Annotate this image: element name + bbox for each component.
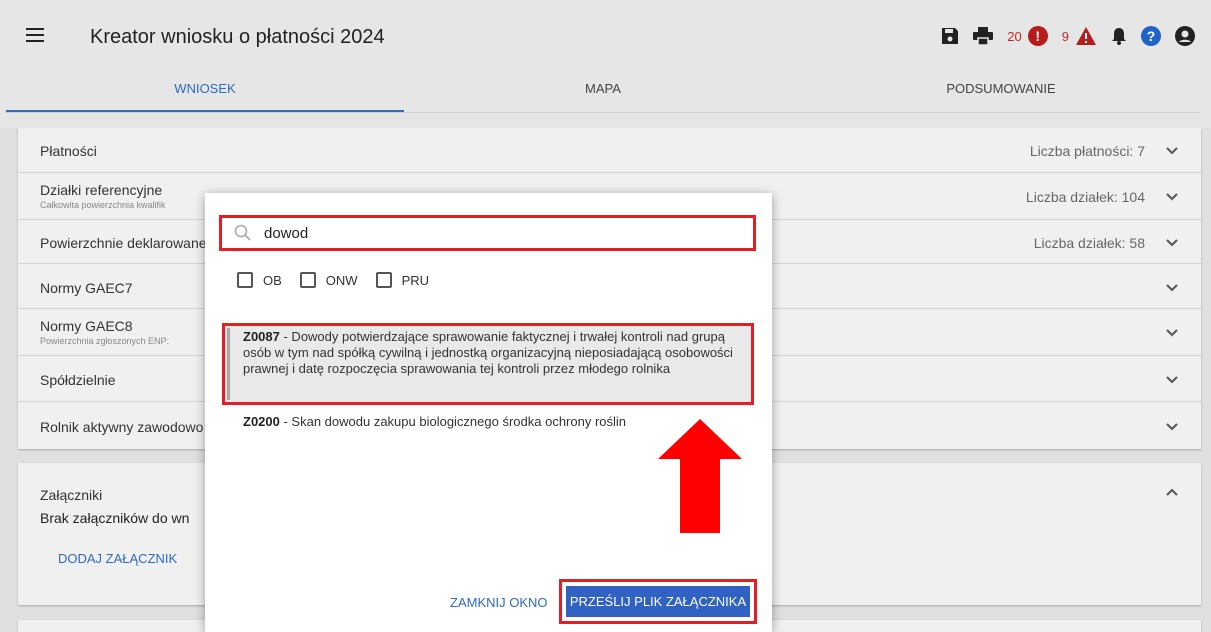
selection-bar	[227, 328, 230, 400]
print-icon[interactable]	[973, 27, 994, 45]
checkbox[interactable]	[375, 272, 392, 288]
tab-podsumowanie[interactable]: PODSUMOWANIE	[802, 75, 1200, 112]
filter-group: OB ONW PRU	[237, 272, 429, 288]
checkbox[interactable]	[299, 272, 316, 288]
tab-mapa[interactable]: MAPA	[404, 75, 802, 112]
filter-pru[interactable]: PRU	[375, 272, 430, 288]
filter-label: ONW	[325, 272, 358, 288]
result-code: Z0200	[243, 414, 280, 429]
attachments-title: Załączniki	[40, 487, 103, 503]
search-icon	[234, 224, 251, 241]
result-text: Z0087 - Dowody potwierdzające sprawowani…	[243, 329, 749, 377]
chevron-down-icon[interactable]	[1165, 326, 1179, 340]
section-label: Powierzchnie deklarowane	[40, 235, 207, 251]
result-code: Z0087	[243, 329, 280, 344]
result-description: - Skan dowodu zakupu biologicznego środk…	[279, 414, 627, 429]
section-label: Spółdzielnie	[40, 372, 116, 388]
attachments-empty-text: Brak załączników do wn	[40, 510, 190, 526]
chevron-down-icon[interactable]	[1165, 420, 1179, 434]
chevron-up-icon[interactable]	[1165, 485, 1179, 499]
result-item-z0200[interactable]: Z0200 - Skan dowodu zakupu biologicznego…	[243, 414, 626, 429]
section-count: Liczba działek: 104	[1025, 189, 1145, 205]
section-label: Rolnik aktywny zawodowo	[40, 419, 204, 435]
section-label: Płatności	[40, 143, 97, 159]
bell-icon[interactable]	[1111, 27, 1127, 45]
section-label: Normy GAEC7	[40, 280, 133, 296]
add-attachment-button[interactable]: DODAJ ZAŁĄCZNIK	[58, 551, 177, 566]
chevron-down-icon[interactable]	[1165, 281, 1179, 295]
search-input[interactable]: dowod	[264, 225, 308, 242]
red-arrow-up-icon	[658, 419, 742, 533]
page-title: Kreator wniosku o płatności 2024	[90, 26, 385, 48]
section-label: Normy GAEC8	[40, 318, 133, 334]
chevron-down-icon[interactable]	[1165, 236, 1179, 250]
warning-icon[interactable]	[1075, 26, 1097, 46]
close-dialog-button[interactable]: ZAMKNIJ OKNO	[450, 595, 548, 610]
chevron-down-icon[interactable]	[1165, 373, 1179, 387]
tab-wniosek[interactable]: WNIOSEK	[6, 75, 404, 112]
section-label: Działki referencyjne	[40, 182, 163, 198]
section-sub: Powierzchnia zgłoszonych ENP:	[40, 336, 170, 346]
tab-bar: WNIOSEK MAPA PODSUMOWANIE	[6, 75, 1200, 113]
save-icon[interactable]	[941, 27, 959, 45]
filter-label: OB	[263, 272, 282, 288]
filter-onw[interactable]: ONW	[299, 272, 358, 288]
account-icon[interactable]	[1175, 26, 1195, 46]
section-count: Liczba płatności: 7	[1029, 143, 1145, 159]
attachment-dialog: dowod OB ONW PRU Z0087 - Dowody potwierd…	[205, 193, 772, 632]
send-attachment-button[interactable]: PRZEŚLIJ PLIK ZAŁĄCZNIKA	[566, 586, 750, 617]
app-header: Kreator wniosku o płatności 2024 20 ! 9 …	[0, 0, 1211, 128]
search-field[interactable]: dowod	[219, 215, 756, 251]
chevron-down-icon[interactable]	[1165, 190, 1179, 204]
chevron-down-icon[interactable]	[1165, 144, 1179, 158]
filter-label: PRU	[401, 272, 430, 288]
warnings-count: 9	[1061, 28, 1069, 44]
result-item-z0087[interactable]: Z0087 - Dowody potwierdzające sprawowani…	[222, 323, 754, 405]
checkbox[interactable]	[237, 272, 253, 288]
error-icon[interactable]: !	[1027, 26, 1048, 46]
help-icon[interactable]: ?	[1141, 26, 1161, 46]
section-sub: Całkowita powierzchnia kwalifik	[40, 200, 166, 210]
toolbar: 20 ! 9 ?	[941, 24, 1195, 48]
errors-count: 20	[1007, 28, 1022, 44]
section-platnosci[interactable]: Płatności Liczba płatności: 7	[18, 128, 1201, 173]
send-button-highlight: PRZEŚLIJ PLIK ZAŁĄCZNIKA	[559, 579, 757, 624]
menu-icon[interactable]	[26, 28, 44, 42]
filter-ob[interactable]: OB	[237, 272, 282, 288]
result-description: - Dowody potwierdzające sprawowanie fakt…	[243, 329, 733, 376]
section-count: Liczba działek: 58	[1033, 235, 1145, 251]
